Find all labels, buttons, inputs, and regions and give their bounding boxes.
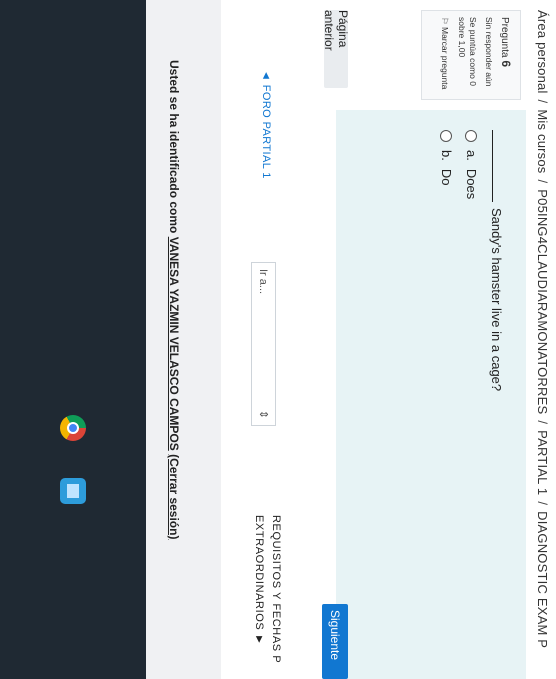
question-mark: Se puntúa como 0 sobre 1,00 (456, 17, 479, 86)
flag-question-link[interactable]: ⚐ Marcar pregunta (439, 17, 450, 93)
chevron-updown-icon: ⇕ (257, 409, 269, 419)
answer-option-a[interactable]: a. Does (464, 130, 479, 679)
next-activity-link[interactable]: REQUISITOS Y FECHAS P EXTRAORDINARIOS ► (251, 515, 284, 663)
breadcrumb-my-courses[interactable]: Mis cursos (535, 109, 550, 173)
user-profile-link[interactable]: VANESA YAZMIN VELASCO CAMPOS (167, 237, 181, 451)
question-label: Pregunta (499, 17, 510, 58)
option-letter: b. (439, 150, 454, 161)
question-number: Pregunta 6 (498, 17, 515, 93)
files-icon[interactable] (60, 478, 86, 504)
question-info-box: Pregunta 6 Sin responder aún Se puntúa c… (421, 10, 521, 100)
next-page-button[interactable]: Siguiente (322, 604, 348, 679)
previous-activity-link[interactable]: ◄ FORO PARTIAL 1 (260, 70, 272, 179)
taskbar (0, 0, 146, 679)
breadcrumb-separator: / (535, 501, 550, 506)
breadcrumb-course[interactable]: P05ING4CLAUDIARAMONATORRES (535, 189, 550, 414)
breadcrumb-home[interactable]: Área personal (535, 10, 550, 94)
breadcrumb: Área personal / Mis cursos / P05ING4CLAUDIAR… (535, 10, 550, 679)
flag-icon: ⚐ (440, 17, 451, 25)
question-text-label: Sandy's hamster live in a cage? (489, 208, 504, 392)
radio-button[interactable] (440, 130, 453, 142)
logout-link[interactable]: (Cerrar sesión) (167, 454, 181, 539)
blank-line (492, 130, 493, 202)
login-info: Usted se ha identificado como VANESA YAZ… (167, 60, 181, 539)
question-content: Sandy's hamster live in a cage? a. Does … (336, 110, 526, 679)
option-label: Does (464, 168, 479, 200)
moodle-quiz-page: Área personal / Mis cursos / P05ING4CLAUDIAR… (0, 0, 556, 679)
footer: Usted se ha identificado como VANESA YAZ… (146, 0, 221, 679)
question-status: Sin responder aún (484, 17, 495, 87)
jump-to-placeholder: Ir a... (257, 269, 270, 295)
question-text: Sandy's hamster live in a cage? (489, 130, 504, 679)
radio-button[interactable] (465, 130, 478, 142)
answer-option-b[interactable]: b. Do (439, 130, 454, 679)
login-prefix: Usted se ha identificado como (167, 60, 181, 234)
breadcrumb-exam[interactable]: DIAGNOSTIC EXAM P (535, 511, 550, 648)
breadcrumb-separator: / (535, 179, 550, 184)
chrome-icon[interactable] (60, 415, 86, 441)
jump-to-select[interactable]: Ir a... ⇕ (251, 262, 276, 426)
next-activity-line1: REQUISITOS Y FECHAS P (270, 515, 282, 664)
breadcrumb-section[interactable]: PARTIAL 1 (535, 430, 550, 495)
flag-label: Marcar pregunta (440, 27, 451, 90)
question-number-value: 6 (499, 60, 513, 68)
option-label: Do (439, 168, 454, 186)
breadcrumb-separator: / (535, 99, 550, 104)
breadcrumb-separator: / (535, 420, 550, 425)
next-activity-line2: EXTRAORDINARIOS ► (253, 515, 266, 646)
previous-page-button[interactable]: Página anterior (322, 10, 350, 88)
option-letter: a. (464, 150, 479, 161)
